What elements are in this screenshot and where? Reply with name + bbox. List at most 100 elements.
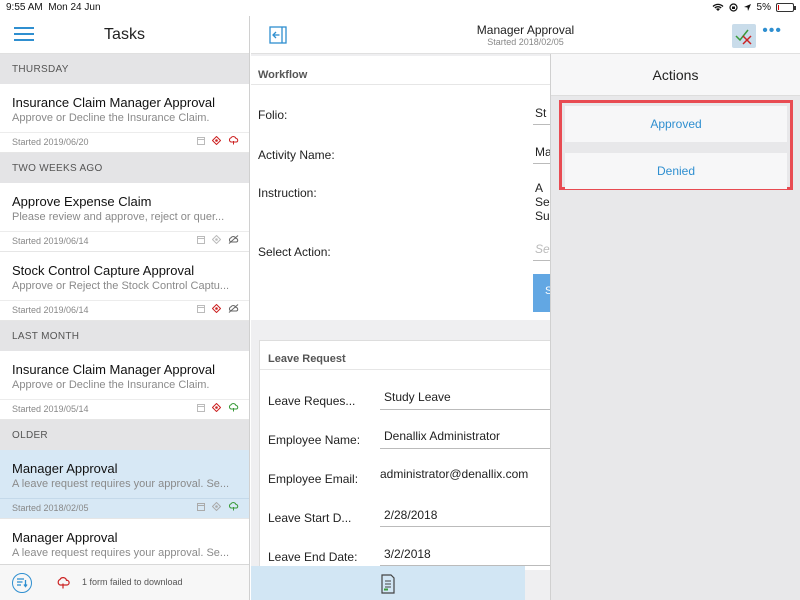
cloud-error-icon	[57, 577, 70, 589]
instruction-field: A Se Su	[535, 181, 550, 223]
cloud-ok-icon	[229, 502, 239, 511]
task-meta: Started 2018/02/05	[0, 498, 249, 518]
sort-button[interactable]	[12, 573, 32, 593]
task-description: A leave request requires your approval. …	[12, 478, 230, 490]
folio-label: Folio:	[258, 108, 288, 122]
actions-highlight: Approved Denied	[559, 100, 793, 190]
section-header: LAST MONTH	[0, 321, 249, 351]
actions-title: Actions	[551, 54, 800, 96]
detail-header: Manager Approval Started 2018/02/05 •••	[251, 16, 800, 54]
leave-request-section: Leave Request Leave Reques... Study Leav…	[259, 340, 551, 570]
denied-action[interactable]: Denied	[565, 153, 787, 189]
battery-fill	[778, 5, 779, 10]
detail-subtitle: Started 2018/02/05	[487, 37, 564, 47]
task-list: THURSDAY Insurance Claim Manager Approva…	[0, 54, 249, 564]
task-meta: Started 2019/06/20	[0, 132, 249, 152]
section-header: OLDER	[0, 420, 249, 450]
folio-field[interactable]: St	[535, 106, 551, 120]
task-title: Insurance Claim Manager Approval	[12, 362, 216, 377]
task-started: Started 2018/02/05	[12, 503, 89, 513]
leave-request-heading: Leave Request	[268, 353, 346, 365]
task-started: Started 2019/06/20	[12, 137, 89, 147]
task-title: Stock Control Capture Approval	[12, 263, 195, 278]
task-meta: Started 2019/06/14	[0, 300, 249, 320]
activity-name-field[interactable]: Ma	[535, 145, 551, 159]
leave-end-date-label: Leave End Date:	[268, 550, 358, 564]
status-bar: 9:55 AM Mon 24 Jun 5%	[0, 0, 800, 16]
form-icon	[197, 502, 205, 511]
battery-icon	[776, 3, 796, 12]
cloud-ok-icon	[229, 403, 239, 412]
form-icon	[197, 304, 205, 313]
priority-icon	[212, 235, 221, 244]
task-description: Please review and approve, reject or que…	[12, 211, 225, 223]
approve-reject-icon	[735, 29, 752, 45]
status-time: 9:55 AM Mon 24 Jun	[6, 2, 101, 13]
wifi-icon	[712, 3, 724, 11]
tasks-title: Tasks	[104, 26, 145, 43]
status-indicators: 5%	[712, 2, 796, 13]
task-title: Approve Expense Claim	[12, 194, 152, 209]
employee-name-label: Employee Name:	[268, 433, 361, 447]
document-icon[interactable]	[380, 574, 396, 594]
leave-start-date-label: Leave Start D...	[268, 511, 352, 525]
priority-icon	[212, 136, 221, 145]
task-description: A leave request requires your approval. …	[12, 547, 230, 559]
offline-icon	[228, 304, 239, 313]
form-icon	[197, 235, 205, 244]
tasks-pane: Tasks THURSDAY Insurance Claim Manager A…	[0, 16, 250, 600]
task-description: Approve or Decline the Insurance Claim.	[12, 112, 210, 124]
instruction-label: Instruction:	[258, 186, 317, 200]
actions-button[interactable]	[732, 24, 756, 48]
priority-icon	[212, 502, 221, 511]
task-item[interactable]: Insurance Claim Manager Approval Approve…	[0, 84, 249, 153]
priority-icon	[212, 304, 221, 313]
task-item[interactable]: Approve Expense Claim Please review and …	[0, 183, 249, 252]
task-meta: Started 2019/06/14	[0, 231, 249, 251]
employee-email-label: Employee Email:	[268, 472, 359, 486]
location-icon	[743, 4, 751, 11]
leave-type-label: Leave Reques...	[268, 394, 356, 408]
leave-end-date-field[interactable]: 3/2/2018	[384, 547, 431, 561]
offline-icon	[228, 235, 239, 244]
leave-start-date-field[interactable]: 2/28/2018	[384, 508, 437, 522]
approved-action[interactable]: Approved	[565, 106, 787, 142]
cloud-error-icon	[229, 136, 239, 145]
activity-name-label: Activity Name:	[258, 148, 335, 162]
task-item[interactable]: Stock Control Capture Approval Approve o…	[0, 252, 249, 321]
task-started: Started 2019/06/14	[12, 236, 89, 246]
battery-percent: 5%	[756, 2, 771, 13]
task-title: Insurance Claim Manager Approval	[12, 95, 216, 110]
select-action-label: Select Action:	[258, 245, 331, 259]
task-title: Manager Approval	[12, 530, 118, 545]
employee-email-field: administrator@denallix.com	[380, 467, 529, 481]
task-item-selected[interactable]: Manager Approval A leave request require…	[0, 450, 249, 519]
task-started: Started 2019/06/14	[12, 305, 89, 315]
section-header: THURSDAY	[0, 54, 249, 84]
select-action-field[interactable]: Se	[535, 242, 551, 256]
task-item[interactable]: Manager Approval A leave request require…	[0, 519, 249, 564]
section-header: TWO WEEKS AGO	[0, 153, 249, 183]
tasks-footer: 1 form failed to download	[0, 564, 249, 600]
tasks-header: Tasks	[0, 16, 249, 54]
more-options-icon[interactable]: •••	[762, 23, 782, 39]
sort-icon	[17, 578, 28, 588]
task-description: Approve or Decline the Insurance Claim.	[12, 379, 210, 391]
task-title: Manager Approval	[12, 461, 118, 476]
detail-title: Manager Approval	[476, 23, 575, 37]
form-icon	[197, 403, 205, 412]
download-failed-text: 1 form failed to download	[82, 577, 183, 587]
task-meta: Started 2019/05/14	[0, 399, 249, 419]
workflow-section: Workflow Folio: St Activity Name: Ma Ins…	[251, 56, 551, 320]
employee-name-field[interactable]: Denallix Administrator	[384, 429, 500, 443]
submit-button[interactable]: S	[533, 274, 551, 312]
priority-icon	[212, 403, 221, 412]
actions-panel: Actions Approved Denied	[550, 54, 800, 600]
task-item[interactable]: Insurance Claim Manager Approval Approve…	[0, 351, 249, 420]
leave-type-field[interactable]: Study Leave	[384, 390, 451, 404]
task-started: Started 2019/05/14	[12, 404, 89, 414]
task-description: Approve or Reject the Stock Control Capt…	[12, 280, 230, 292]
rotation-lock-icon	[728, 3, 738, 12]
workflow-heading: Workflow	[258, 69, 308, 81]
detail-footer	[251, 566, 525, 600]
